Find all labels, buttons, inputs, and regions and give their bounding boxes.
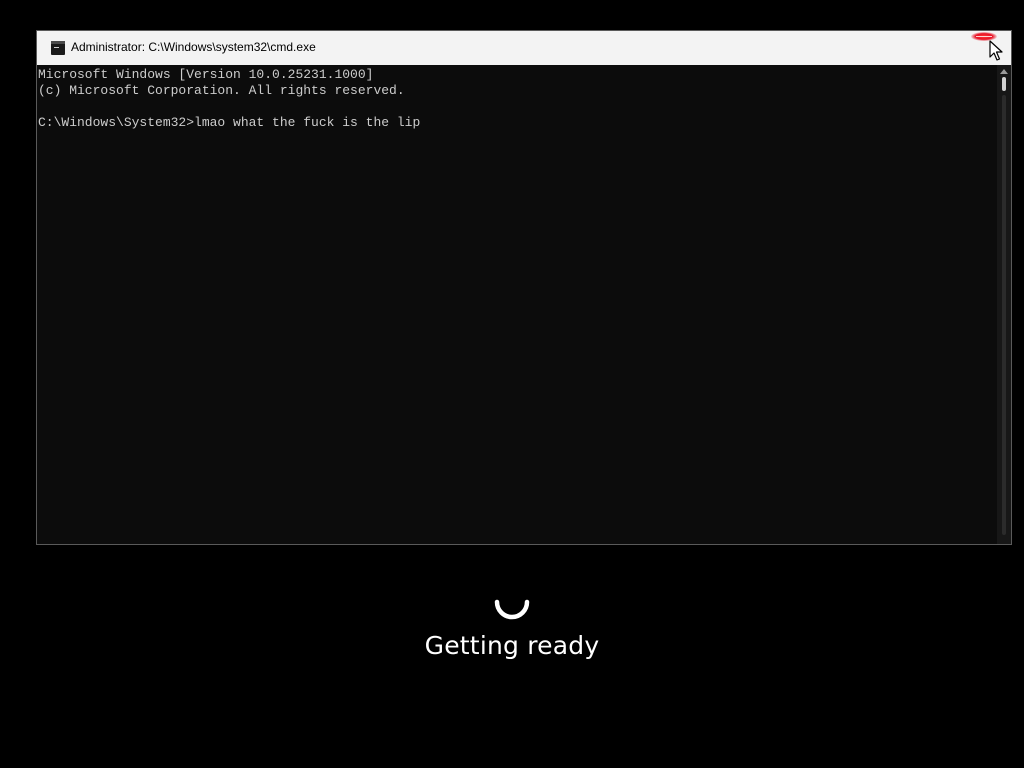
title-bar[interactable]: Administrator: C:\Windows\system32\cmd.e… bbox=[37, 31, 1011, 65]
mouse-pointer-icon bbox=[989, 40, 1003, 61]
console-line: (c) Microsoft Corporation. All rights re… bbox=[38, 83, 405, 98]
cmd-icon bbox=[51, 41, 65, 55]
status-text: Getting ready bbox=[424, 631, 600, 660]
vertical-scrollbar[interactable] bbox=[997, 65, 1011, 544]
console-line: Microsoft Windows [Version 10.0.25231.10… bbox=[38, 67, 374, 82]
scroll-thumb[interactable] bbox=[1002, 77, 1006, 91]
cmd-window: Administrator: C:\Windows\system32\cmd.e… bbox=[36, 30, 1012, 545]
console-prompt-line: C:\Windows\System32>lmao what the fuck i… bbox=[38, 115, 421, 130]
screen: Administrator: C:\Windows\system32\cmd.e… bbox=[0, 0, 1024, 768]
loading-spinner-icon bbox=[494, 599, 530, 620]
window-title: Administrator: C:\Windows\system32\cmd.e… bbox=[71, 40, 316, 54]
scroll-track[interactable] bbox=[1002, 95, 1006, 535]
console-output[interactable]: Microsoft Windows [Version 10.0.25231.10… bbox=[37, 65, 997, 544]
scroll-up-arrow-icon[interactable] bbox=[1000, 69, 1008, 74]
